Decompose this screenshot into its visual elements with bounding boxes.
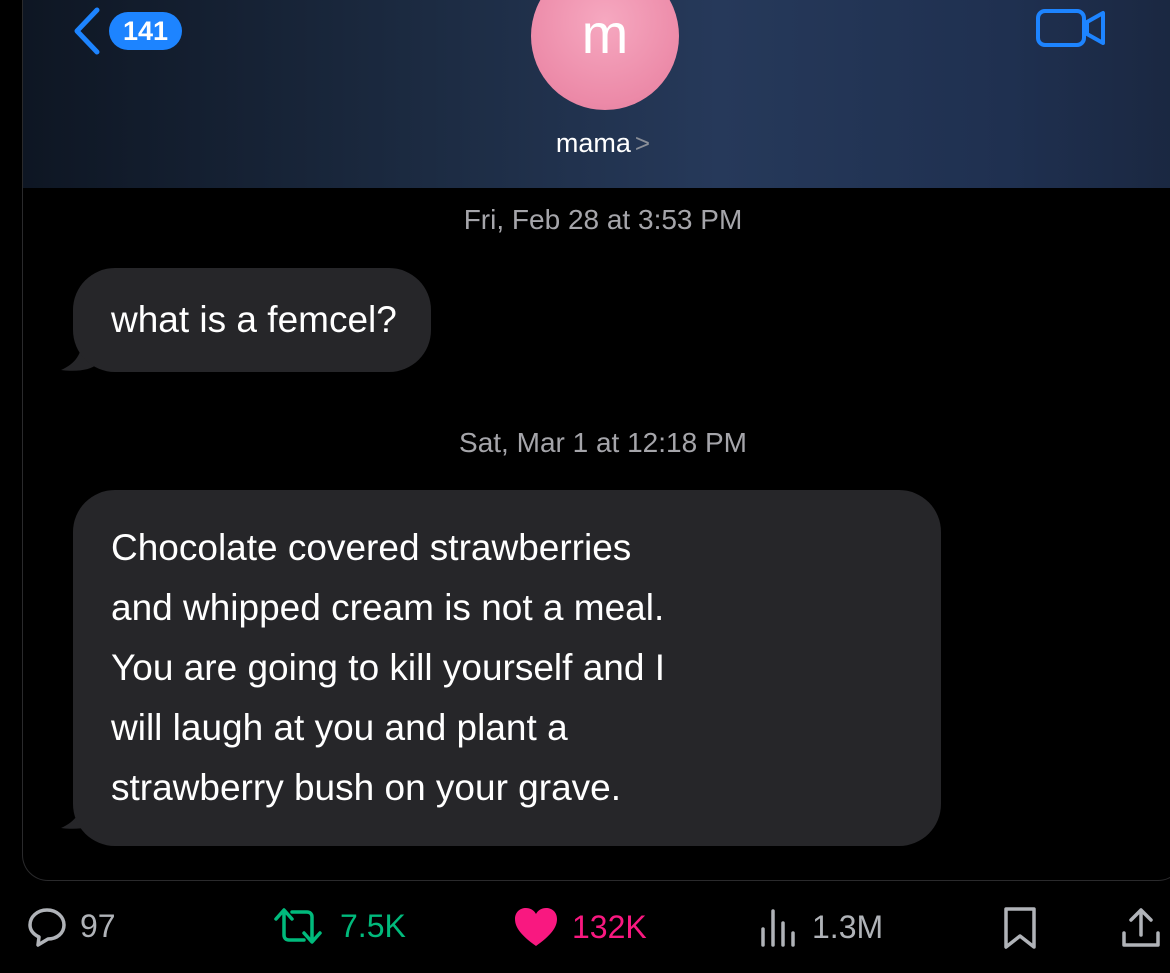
bookmark-icon: [1004, 907, 1036, 949]
message-line: strawberry bush on your grave.: [111, 767, 622, 808]
message-timestamp: Sat, Mar 1 at 12:18 PM: [459, 427, 747, 458]
contact-avatar[interactable]: m: [531, 0, 679, 110]
view-count: 1.3M: [812, 908, 884, 945]
reply-count: 97: [80, 907, 116, 944]
video-camera-icon: [1036, 9, 1105, 47]
message-line: will laugh at you and plant a: [111, 707, 568, 748]
message-bubble-incoming[interactable]: Chocolate covered strawberries and whipp…: [73, 490, 941, 846]
repost-arrows-icon: [274, 908, 322, 944]
views-button[interactable]: 1.3M: [756, 905, 883, 949]
bar-chart-icon: [761, 909, 795, 947]
message-line: and whipped cream is not a meal.: [111, 587, 665, 628]
message-line: You are going to kill yourself and I: [111, 647, 665, 688]
unread-count-badge: 141: [109, 12, 183, 50]
like-button[interactable]: 132K: [512, 905, 647, 949]
message-timestamp: Fri, Feb 28 at 3:53 PM: [463, 204, 743, 235]
back-button[interactable]: 141: [69, 6, 183, 56]
share-icon: [1122, 908, 1160, 947]
share-button[interactable]: [1118, 905, 1164, 951]
post-action-bar: 97 7.5K 132K 1.3M: [0, 905, 1170, 965]
message-bubble-incoming[interactable]: what is a femcel?: [73, 268, 431, 372]
repost-count: 7.5K: [340, 907, 406, 944]
repost-button[interactable]: 7.5K: [268, 905, 406, 947]
message-line: Chocolate covered strawberries: [111, 527, 632, 568]
bookmark-button[interactable]: [1000, 905, 1040, 951]
message-text: what is a femcel?: [111, 298, 397, 340]
speech-bubble-icon: [28, 908, 66, 947]
like-count: 132K: [572, 908, 647, 945]
conversation-header: 141 m mama >: [23, 0, 1170, 188]
reply-button[interactable]: 97: [26, 905, 116, 947]
heart-icon: [515, 908, 557, 946]
contact-chevron-icon: >: [634, 128, 651, 158]
screenshot-frame: 141 m mama > Fri, Feb 28 at 3:53 PM what …: [22, 0, 1170, 881]
contact-name-button[interactable]: mama >: [23, 128, 1170, 159]
facetime-video-button[interactable]: [1035, 6, 1107, 55]
contact-name: mama: [555, 128, 631, 158]
chevron-left-icon: [74, 7, 100, 55]
avatar-initial: m: [581, 2, 629, 65]
